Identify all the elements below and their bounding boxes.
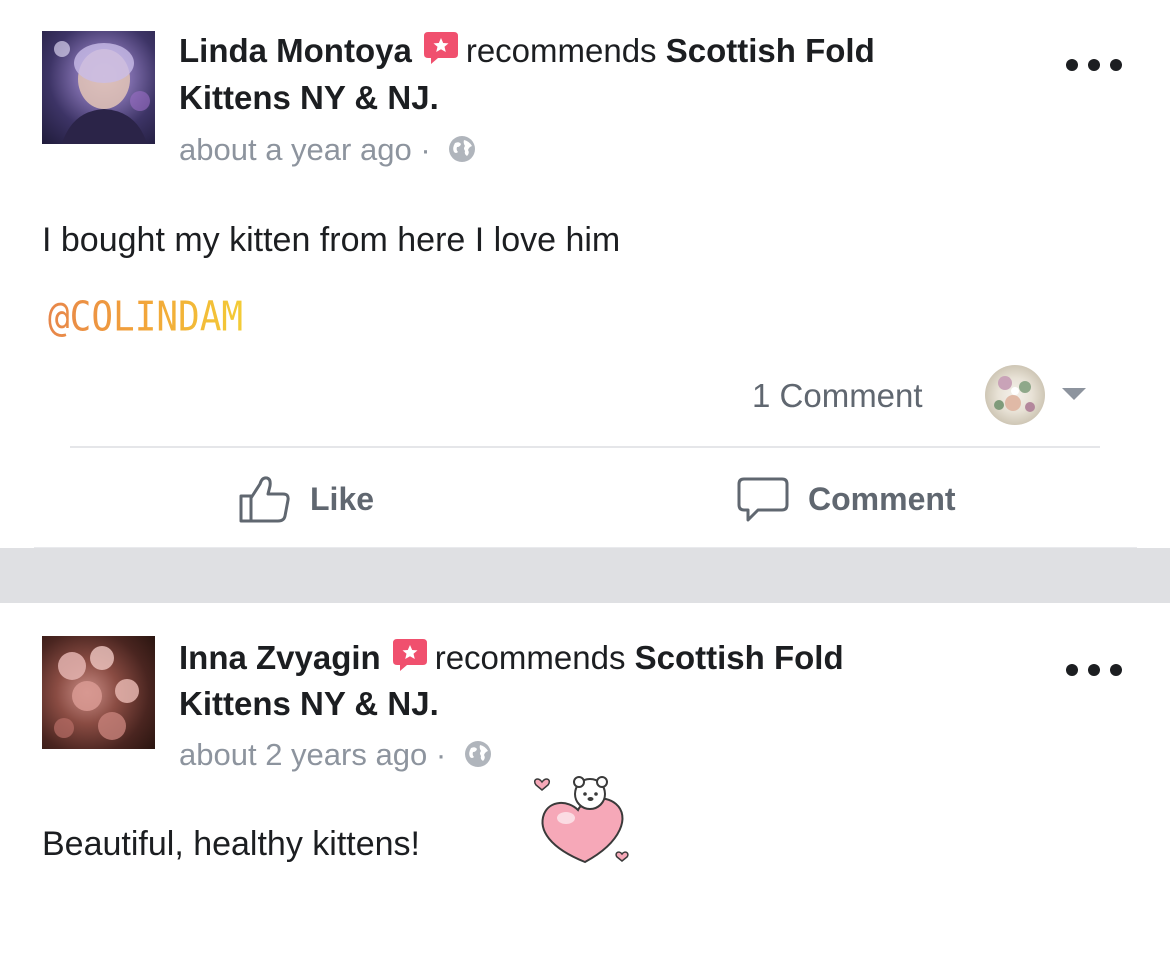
recommendation-post: Linda Montoya recommends Scottish Fold K… — [0, 0, 1170, 548]
author-avatar[interactable] — [42, 31, 155, 144]
recommends-text: recommends — [434, 639, 626, 676]
dot-icon — [1066, 59, 1078, 71]
dropdown-caret-icon[interactable] — [1062, 388, 1086, 400]
globe-icon — [464, 741, 491, 767]
thumbs-up-icon — [239, 476, 290, 523]
meta-separator: · — [420, 132, 431, 167]
feed-separator — [0, 548, 1170, 603]
speech-bubble-icon — [737, 477, 789, 522]
post-header-line-2: Kittens NY & NJ. — [179, 681, 439, 727]
dot-icon — [1110, 59, 1122, 71]
author-avatar[interactable] — [42, 636, 155, 749]
author-name[interactable]: Inna Zvyagin — [179, 639, 381, 676]
dot-icon — [1066, 664, 1078, 676]
action-divider — [70, 446, 1100, 448]
dot-icon — [1088, 664, 1100, 676]
recommend-icon — [423, 32, 458, 64]
more-options-button[interactable] — [1066, 50, 1122, 80]
post-meta: about a year ago · — [179, 130, 477, 170]
post-header-line-1: Linda Montoya recommends Scottish Fold — [179, 28, 875, 74]
like-label: Like — [310, 480, 375, 517]
author-photo — [54, 41, 150, 144]
author-photo — [54, 646, 139, 740]
recommends-text: recommends — [465, 32, 657, 69]
page-name-link-continued[interactable]: Kittens NY & NJ. — [179, 79, 439, 116]
comment-count-link[interactable]: 1 Comment — [752, 374, 923, 418]
post-meta: about 2 years ago · — [179, 735, 493, 775]
dot-icon — [1088, 59, 1100, 71]
bear-heart-sticker — [533, 776, 629, 864]
post-body: I bought my kitten from here I love him — [42, 221, 621, 259]
page-name-link[interactable]: Scottish Fold — [635, 639, 844, 676]
author-name[interactable]: Linda Montoya — [179, 32, 412, 69]
like-button[interactable]: Like — [238, 474, 374, 524]
comment-button[interactable]: Comment — [736, 474, 956, 524]
more-options-button[interactable] — [1066, 655, 1122, 685]
comment-label: Comment — [808, 480, 956, 517]
page-name-link[interactable]: Scottish Fold — [666, 32, 875, 69]
dot-icon — [1110, 664, 1122, 676]
meta-separator: · — [435, 737, 447, 772]
commenter-avatar[interactable] — [985, 365, 1045, 425]
globe-icon — [449, 136, 476, 162]
post-header-line-1: Inna Zvyagin recommends Scottish Fold — [179, 635, 844, 681]
recommend-icon — [392, 639, 427, 671]
post-header-line-2: Kittens NY & NJ. — [179, 75, 439, 121]
mention-tag[interactable]: @COLINDAM — [48, 290, 243, 345]
post-body: Beautiful, healthy kittens! — [42, 825, 421, 863]
post-timestamp[interactable]: about 2 years ago — [179, 737, 427, 772]
page-name-link-continued[interactable]: Kittens NY & NJ. — [179, 685, 439, 722]
floral-avatar-image — [994, 376, 1035, 412]
post-timestamp[interactable]: about a year ago — [179, 132, 412, 167]
